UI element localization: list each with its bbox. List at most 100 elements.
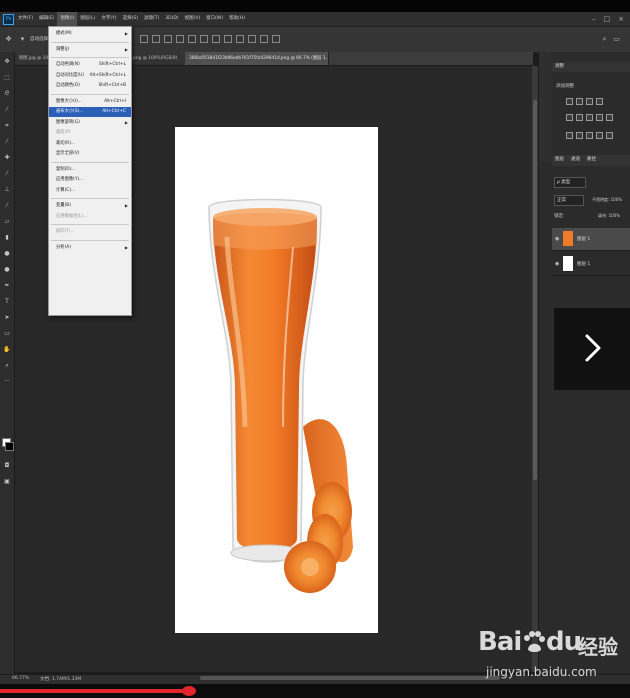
- menu-item[interactable]: 图像(I): [57, 12, 78, 26]
- vertical-scrollbar-thumb[interactable]: [533, 100, 537, 480]
- type-tool-icon[interactable]: T: [3, 298, 11, 306]
- distribute-right-icon[interactable]: [272, 35, 280, 43]
- zoom-tool-icon[interactable]: ⌕: [3, 362, 11, 370]
- menu-item[interactable]: 滤镜(T): [141, 12, 162, 26]
- image-menu-item[interactable]: 图像旋转(G) ▶: [49, 118, 131, 128]
- black-white-icon[interactable]: [596, 114, 603, 121]
- opacity-field[interactable]: 不透明度: 100%: [592, 197, 622, 203]
- tab-channels[interactable]: 通道: [568, 155, 583, 165]
- image-menu-item[interactable]: 自动色调(N) Shift+Ctrl+L: [49, 60, 131, 70]
- quick-select-tool-icon[interactable]: ⁄: [3, 106, 11, 114]
- image-menu-item[interactable]: 计算(C)...: [49, 186, 131, 196]
- align-bottom-icon[interactable]: [164, 35, 172, 43]
- screen-mode-icon[interactable]: ▣: [3, 478, 11, 486]
- clone-stamp-tool-icon[interactable]: ⊥: [3, 186, 11, 194]
- align-right-icon[interactable]: [200, 35, 208, 43]
- exposure-icon[interactable]: [596, 98, 603, 105]
- crop-tool-icon[interactable]: ⌗: [3, 122, 11, 130]
- distribute-center-icon[interactable]: [260, 35, 268, 43]
- image-menu-item[interactable]: 画布大小(S)... Alt+Ctrl+C: [49, 107, 131, 117]
- menu-item[interactable]: 文字(Y): [98, 12, 119, 26]
- history-brush-tool-icon[interactable]: ⁄: [3, 202, 11, 210]
- search-icon[interactable]: ⌕: [600, 35, 609, 44]
- posterize-icon[interactable]: [576, 132, 583, 139]
- photo-filter-icon[interactable]: [606, 114, 613, 121]
- brightness-icon[interactable]: [566, 98, 573, 105]
- visibility-eye-icon[interactable]: ◉: [555, 236, 559, 242]
- levels-icon[interactable]: [576, 98, 583, 105]
- marquee-tool-icon[interactable]: ⬚: [3, 74, 11, 82]
- workspace-icon[interactable]: ▭: [612, 35, 621, 44]
- lasso-tool-icon[interactable]: ᘓ: [3, 90, 11, 98]
- eraser-tool-icon[interactable]: ▱: [3, 218, 11, 226]
- image-menu-item[interactable]: 应用图像(Y)...: [49, 175, 131, 185]
- gradient-map-icon[interactable]: [596, 132, 603, 139]
- image-menu-item[interactable]: 自动对比度(U) Alt+Shift+Ctrl+L: [49, 71, 131, 81]
- pen-tool-icon[interactable]: ✒: [3, 282, 11, 290]
- menu-item[interactable]: 3D(D): [162, 12, 181, 26]
- invert-icon[interactable]: [566, 132, 573, 139]
- dropdown-chevron-icon[interactable]: ▾: [18, 35, 27, 44]
- menu-item[interactable]: 帮助(H): [226, 12, 248, 26]
- zoom-level[interactable]: 66.77%: [12, 676, 29, 681]
- image-menu-item[interactable]: 变量(B) ▶: [49, 201, 131, 211]
- visibility-eye-icon[interactable]: ◉: [555, 261, 559, 267]
- image-menu-item[interactable]: 分析(A) ▶: [49, 243, 131, 253]
- more-tools-icon[interactable]: ···: [3, 378, 11, 386]
- hue-saturation-icon[interactable]: [576, 114, 583, 121]
- document-canvas[interactable]: [175, 127, 378, 633]
- layer-row[interactable]: ◉ 图层 1: [552, 228, 630, 251]
- tab-layers[interactable]: 图层: [552, 155, 567, 165]
- distribute-left-icon[interactable]: [248, 35, 256, 43]
- close-icon[interactable]: ×: [618, 12, 624, 26]
- video-progress-knob[interactable]: [182, 686, 196, 696]
- quick-mask-icon[interactable]: ◘: [3, 462, 11, 470]
- auto-select-checkbox-label[interactable]: 自动选择: [30, 36, 48, 42]
- align-center-icon[interactable]: [188, 35, 196, 43]
- minimize-icon[interactable]: –: [592, 12, 596, 26]
- gradient-tool-icon[interactable]: ▮: [3, 234, 11, 242]
- vibrance-icon[interactable]: [566, 114, 573, 121]
- selective-color-icon[interactable]: [606, 132, 613, 139]
- menu-item[interactable]: 编辑(E): [36, 12, 57, 26]
- brush-tool-icon[interactable]: ⁄: [3, 170, 11, 178]
- tab-paths[interactable]: 路径: [584, 155, 599, 165]
- threshold-icon[interactable]: [586, 132, 593, 139]
- image-menu-item[interactable]: 图像大小(I)... Alt+Ctrl+I: [49, 97, 131, 107]
- healing-brush-tool-icon[interactable]: ✚: [3, 154, 11, 162]
- document-tab-active[interactable]: 386bd5f3841f23b96edb761f75fa0296d1d.png …: [185, 52, 329, 65]
- eyedropper-tool-icon[interactable]: ⁄: [3, 138, 11, 146]
- adjustments-tab[interactable]: 调整: [552, 62, 567, 72]
- menu-item[interactable]: 窗口(W): [203, 12, 226, 26]
- dodge-tool-icon[interactable]: ●: [3, 266, 11, 274]
- move-tool-icon[interactable]: ✥: [3, 58, 11, 66]
- background-color-swatch[interactable]: [5, 442, 14, 451]
- image-menu-item[interactable]: 模式(M) ▶: [49, 29, 131, 39]
- layer-filter-select[interactable]: ρ 类型: [554, 177, 586, 188]
- align-top-icon[interactable]: [140, 35, 148, 43]
- align-middle-icon[interactable]: [152, 35, 160, 43]
- curves-icon[interactable]: [586, 98, 593, 105]
- image-menu-item[interactable]: 裁切(R)...: [49, 139, 131, 149]
- menu-item[interactable]: 文件(F): [15, 12, 36, 26]
- distribute-middle-icon[interactable]: [224, 35, 232, 43]
- path-select-tool-icon[interactable]: ➤: [3, 314, 11, 322]
- image-menu-item[interactable]: 调整(J) ▶: [49, 45, 131, 55]
- hand-tool-icon[interactable]: ✋: [3, 346, 11, 354]
- image-menu-item[interactable]: 自动颜色(O) Shift+Ctrl+B: [49, 81, 131, 91]
- chevron-right-icon[interactable]: [578, 330, 608, 366]
- menu-item[interactable]: 图层(L): [77, 12, 98, 26]
- rectangle-tool-icon[interactable]: ▭: [3, 330, 11, 338]
- blend-mode-select[interactable]: 正常: [554, 195, 584, 206]
- layer-row[interactable]: ◉ 图层 1: [552, 253, 630, 276]
- menu-item[interactable]: 视图(V): [182, 12, 204, 26]
- image-menu-item[interactable]: 显示全部(V): [49, 149, 131, 159]
- fill-field[interactable]: 填充: 100%: [598, 213, 620, 219]
- distribute-bottom-icon[interactable]: [236, 35, 244, 43]
- maximize-icon[interactable]: □: [604, 12, 611, 26]
- image-menu-item[interactable]: 复制(D)...: [49, 165, 131, 175]
- blur-tool-icon[interactable]: ●: [3, 250, 11, 258]
- distribute-top-icon[interactable]: [212, 35, 220, 43]
- color-balance-icon[interactable]: [586, 114, 593, 121]
- align-left-icon[interactable]: [176, 35, 184, 43]
